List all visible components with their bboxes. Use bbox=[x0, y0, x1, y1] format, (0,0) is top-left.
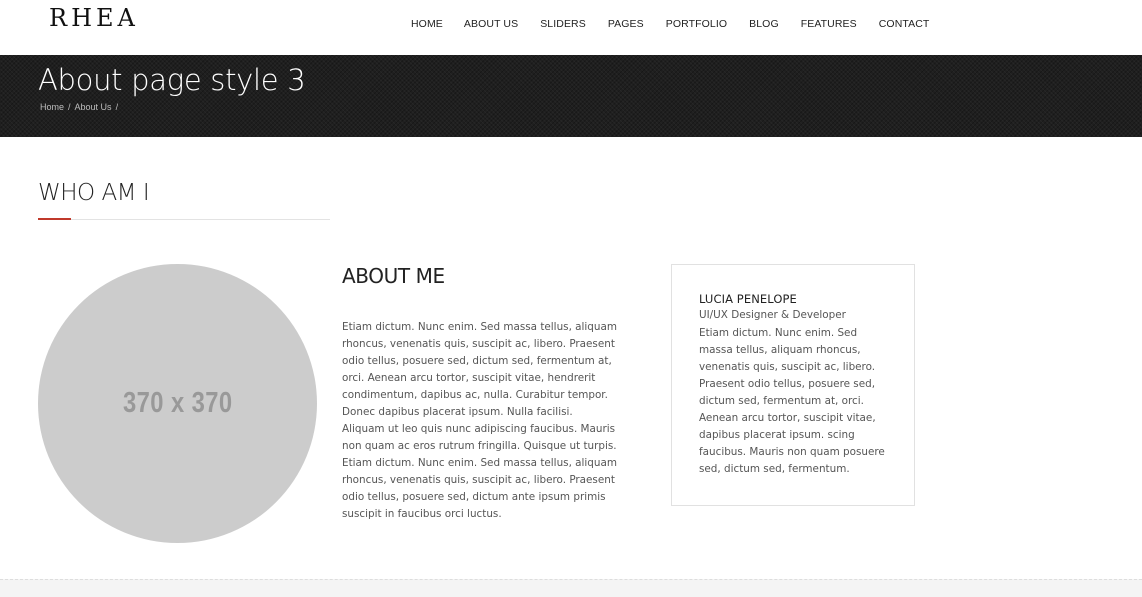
about-me-text: Etiam dictum. Nunc enim. Sed massa tellu… bbox=[342, 319, 617, 523]
profile-name: LUCIA PENELOPE bbox=[699, 292, 797, 306]
nav-features[interactable]: FEATURES bbox=[801, 18, 857, 32]
breadcrumb-separator: / bbox=[68, 102, 71, 112]
breadcrumb-separator: / bbox=[115, 102, 119, 112]
about-paragraph: Etiam dictum. Nunc enim. Sed massa tellu… bbox=[342, 457, 617, 520]
site-logo[interactable]: RHEA bbox=[49, 4, 139, 32]
profile-bio: Etiam dictum. Nunc enim. Sed massa tellu… bbox=[699, 327, 885, 475]
breadcrumb-home[interactable]: Home bbox=[40, 102, 64, 112]
about-me-heading: ABOUT ME bbox=[342, 264, 445, 288]
profile-role: UI/UX Designer & Developer bbox=[699, 309, 846, 321]
placeholder-size-label: 370 x 370 bbox=[122, 387, 233, 419]
profile-image-placeholder: 370 x 370 bbox=[38, 264, 317, 543]
nav-pages[interactable]: PAGES bbox=[608, 18, 644, 32]
nav-about-us[interactable]: ABOUT US bbox=[464, 18, 518, 32]
nav-portfolio[interactable]: PORTFOLIO bbox=[666, 18, 727, 32]
about-paragraph: Etiam dictum. Nunc enim. Sed massa tellu… bbox=[342, 321, 617, 452]
nav-sliders[interactable]: SLIDERS bbox=[540, 18, 586, 32]
nav-home[interactable]: HOME bbox=[411, 18, 443, 32]
main-nav: HOME ABOUT US SLIDERS PAGES PORTFOLIO BL… bbox=[411, 18, 929, 32]
nav-blog[interactable]: BLOG bbox=[749, 18, 779, 32]
breadcrumb-about-us[interactable]: About Us bbox=[75, 102, 112, 112]
footer-band bbox=[0, 579, 1142, 597]
site-header: RHEA HOME ABOUT US SLIDERS PAGES PORTFOL… bbox=[0, 0, 1142, 55]
section-title: WHO AM I bbox=[38, 180, 150, 206]
section-accent-bar bbox=[38, 218, 71, 220]
section-divider bbox=[38, 219, 330, 220]
profile-card: LUCIA PENELOPE UI/UX Designer & Develope… bbox=[671, 264, 915, 506]
nav-contact[interactable]: CONTACT bbox=[879, 18, 930, 32]
page-title: About page style 3 bbox=[38, 63, 306, 97]
breadcrumb: Home / About Us / bbox=[40, 102, 122, 112]
page-banner: About page style 3 Home / About Us / bbox=[0, 55, 1142, 137]
